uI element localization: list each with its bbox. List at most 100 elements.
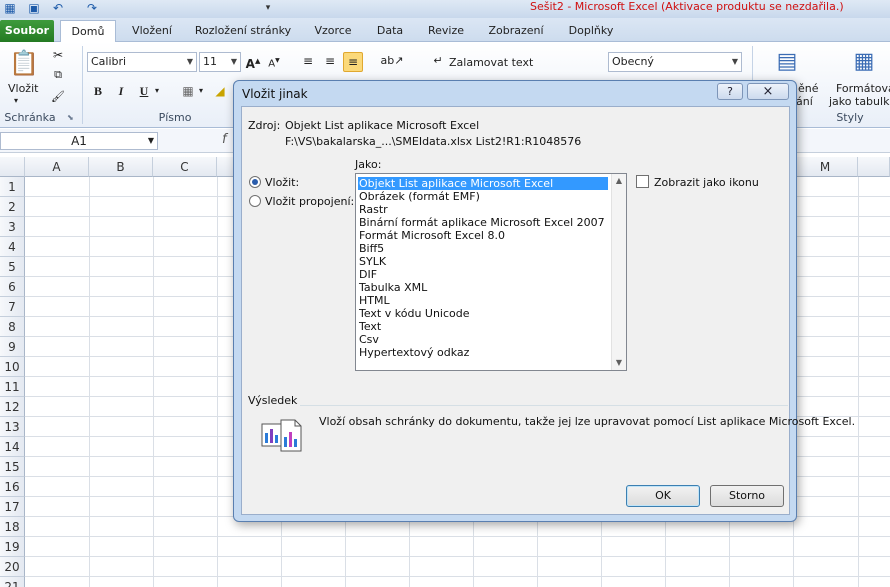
name-box[interactable]: A1 ▼ (0, 132, 158, 150)
save-icon[interactable]: ▣ (26, 1, 42, 16)
undo-icon[interactable]: ↶ (50, 1, 66, 16)
tab-view[interactable]: Zobrazení (480, 20, 552, 42)
row-header[interactable]: 10 (0, 357, 25, 377)
format-list-item[interactable]: Formát Microsoft Excel 8.0 (358, 229, 608, 242)
row-header[interactable]: 5 (0, 257, 25, 277)
row-header[interactable]: 17 (0, 497, 25, 517)
align-top-icon[interactable]: ≡ (299, 52, 317, 70)
row-header[interactable]: 21 (0, 577, 25, 587)
conditional-formatting-label-1[interactable]: ěné (798, 82, 819, 95)
scroll-up-icon[interactable]: ▲ (612, 174, 626, 188)
clipboard-launcher-icon[interactable]: ⬊ (67, 113, 74, 122)
format-list-item[interactable]: HTML (358, 294, 608, 307)
row-header[interactable]: 20 (0, 557, 25, 577)
tab-formulas[interactable]: Vzorce (304, 20, 362, 42)
grow-font-icon[interactable]: A▲ (245, 52, 261, 72)
shrink-font-icon[interactable]: A▼ (266, 52, 282, 72)
paste-link-radio[interactable] (249, 195, 261, 207)
underline-button[interactable]: U (136, 82, 152, 100)
column-header-n[interactable] (858, 157, 890, 177)
row-header[interactable]: 3 (0, 217, 25, 237)
wrap-text-label[interactable]: Zalamovat text (449, 56, 533, 69)
insert-function-icon[interactable]: f (222, 132, 227, 147)
tab-review[interactable]: Revize (418, 20, 474, 42)
format-list-item[interactable]: DIF (358, 268, 608, 281)
column-header-m[interactable]: M (793, 157, 858, 177)
orientation-icon[interactable]: ab↗ (380, 52, 404, 70)
row-header[interactable]: 1 (0, 177, 25, 197)
row-header[interactable]: 8 (0, 317, 25, 337)
wrap-text-icon[interactable]: ↵ (430, 52, 446, 70)
display-as-icon-label[interactable]: Zobrazit jako ikonu (654, 176, 759, 189)
cut-icon[interactable]: ✂ (50, 46, 66, 62)
paste-radio[interactable] (249, 176, 261, 188)
tab-addins[interactable]: Doplňky (558, 20, 624, 42)
borders-icon[interactable]: ▦ (180, 82, 196, 100)
close-icon[interactable]: × (747, 83, 789, 100)
customize-toolbar-icon[interactable]: ▾ (260, 1, 276, 16)
format-list-item[interactable]: Biff5 (358, 242, 608, 255)
italic-button[interactable]: I (113, 82, 129, 100)
underline-dropdown-icon[interactable]: ▾ (155, 86, 159, 95)
cancel-button[interactable]: Storno (710, 485, 784, 507)
align-bottom-icon[interactable]: ≡ (343, 52, 363, 72)
format-list-item[interactable]: Csv (358, 333, 608, 346)
conditional-formatting-label-2[interactable]: ání (796, 95, 813, 108)
row-header[interactable]: 12 (0, 397, 25, 417)
help-button[interactable]: ? (717, 83, 743, 100)
scroll-down-icon[interactable]: ▼ (612, 356, 626, 370)
tab-data[interactable]: Data (366, 20, 414, 42)
row-header[interactable]: 19 (0, 537, 25, 557)
format-as-table-label-1[interactable]: Formátovat (836, 82, 890, 95)
format-list-item[interactable]: SYLK (358, 255, 608, 268)
format-list-item[interactable]: Rastr (358, 203, 608, 216)
row-header[interactable]: 16 (0, 477, 25, 497)
display-as-icon-checkbox[interactable] (636, 175, 649, 188)
column-header-b[interactable]: B (89, 157, 153, 177)
format-list-item[interactable]: Obrázek (formát EMF) (358, 190, 608, 203)
row-header[interactable]: 7 (0, 297, 25, 317)
format-as-table-label-2[interactable]: jako tabulku (829, 95, 890, 108)
row-header[interactable]: 14 (0, 437, 25, 457)
row-header[interactable]: 15 (0, 457, 25, 477)
tab-page-layout[interactable]: Rozložení stránky (190, 20, 296, 42)
row-header[interactable]: 18 (0, 517, 25, 537)
paste-dropdown-icon[interactable]: ▾ (14, 96, 18, 105)
row-header[interactable]: 13 (0, 417, 25, 437)
tab-insert[interactable]: Vložení (122, 20, 182, 42)
format-list-item[interactable]: Binární formát aplikace Microsoft Excel … (358, 216, 608, 229)
align-middle-icon[interactable]: ≡ (321, 52, 339, 70)
paste-link-radio-label[interactable]: Vložit propojení: (265, 195, 354, 208)
format-as-table-icon[interactable]: ▦ (848, 46, 880, 78)
format-list-item[interactable]: Objekt List aplikace Microsoft Excel (357, 176, 609, 191)
paste-button-label[interactable]: Vložit (8, 82, 38, 95)
listbox-scrollbar[interactable]: ▲ ▼ (611, 174, 626, 370)
row-header[interactable]: 11 (0, 377, 25, 397)
format-listbox[interactable]: Objekt List aplikace Microsoft Excel Obrá… (355, 173, 627, 371)
row-header[interactable]: 6 (0, 277, 25, 297)
font-size-combo[interactable]: 11 ▼ (199, 52, 241, 72)
format-list-item[interactable]: Hypertextový odkaz (358, 346, 608, 359)
column-header-a[interactable]: A (25, 157, 89, 177)
row-header[interactable]: 4 (0, 237, 25, 257)
paste-radio-label[interactable]: Vložit: (265, 176, 299, 189)
redo-icon[interactable]: ↷ (84, 1, 100, 16)
format-list-item[interactable]: Text (358, 320, 608, 333)
select-all-corner[interactable] (0, 157, 25, 177)
fill-color-icon[interactable]: ◢ (212, 82, 228, 100)
format-painter-icon[interactable]: 🖌 (50, 88, 66, 104)
borders-dropdown-icon[interactable]: ▾ (199, 86, 203, 95)
format-list-item[interactable]: Text v kódu Unicode (358, 307, 608, 320)
tab-home[interactable]: Domů (60, 20, 116, 43)
format-list-item[interactable]: Tabulka XML (358, 281, 608, 294)
paste-icon[interactable]: 📋 (6, 46, 42, 80)
tab-file[interactable]: Soubor (0, 20, 54, 42)
number-format-combo[interactable]: Obecný ▼ (608, 52, 742, 72)
conditional-formatting-icon[interactable]: ▤ (772, 46, 802, 78)
row-header[interactable]: 2 (0, 197, 25, 217)
font-name-combo[interactable]: Calibri ▼ (87, 52, 197, 72)
copy-icon[interactable]: ⧉ (50, 66, 66, 82)
ok-button[interactable]: OK (626, 485, 700, 507)
column-header-c[interactable]: C (153, 157, 217, 177)
row-header[interactable]: 9 (0, 337, 25, 357)
